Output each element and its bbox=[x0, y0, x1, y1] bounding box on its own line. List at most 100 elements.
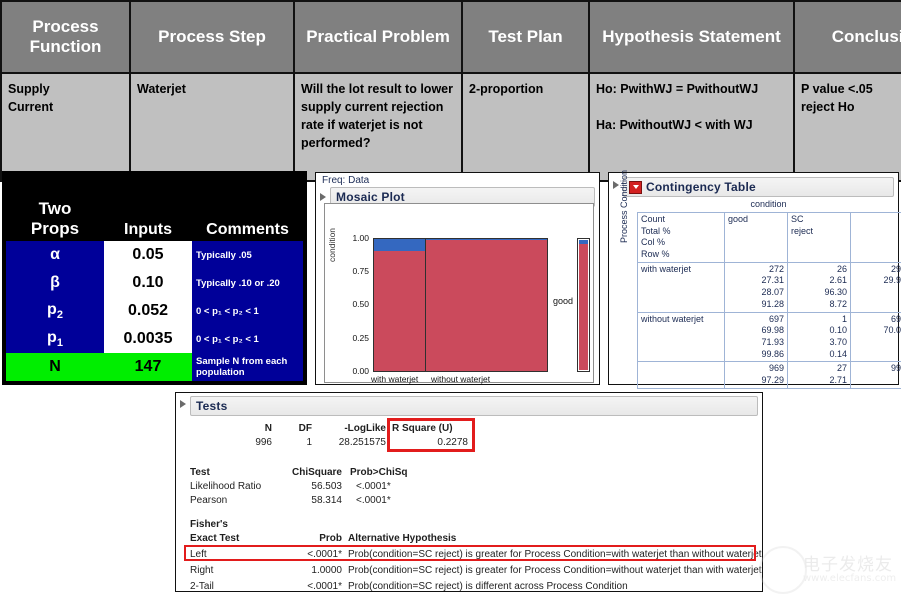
watermark: 电子发烧友 www.elecfans.com bbox=[757, 540, 896, 596]
watermark-logo-icon bbox=[759, 546, 807, 594]
value-p2[interactable]: 0.052 bbox=[104, 297, 192, 325]
two-props-row-p1: p1 0.0035 0 < p₁ < p₂ < 1 bbox=[6, 325, 303, 353]
table-row: without waterjet 697 69.98 71.93 99.86 1… bbox=[637, 311, 901, 363]
rowpct-screj-without: 0.14 bbox=[829, 348, 847, 359]
totalpct-total-without: 70.08 bbox=[883, 325, 901, 336]
two-props-title: Two Props bbox=[6, 175, 104, 241]
comment-n: Sample N from each population bbox=[192, 353, 303, 381]
two-props-inputs-header: Inputs bbox=[104, 175, 192, 241]
tests-panel-title: Tests bbox=[196, 399, 228, 413]
contingency-cell-total-without: 698 70.08 bbox=[850, 311, 901, 363]
contingency-col-good: good bbox=[724, 212, 788, 263]
two-props-title-line1: Two bbox=[38, 199, 72, 218]
colpct-screj-without: 3.70 bbox=[829, 336, 847, 347]
header-test-plan: Test Plan bbox=[461, 0, 590, 74]
header-process-step: Process Step bbox=[129, 0, 295, 74]
count-good-without: 697 bbox=[768, 313, 784, 324]
contingency-col-group-label: condition bbox=[750, 199, 787, 209]
comment-alpha: Typically .05 bbox=[192, 241, 303, 269]
chi-row-pearson-prob: <.0001* bbox=[356, 495, 391, 506]
contingency-grid: Count Total % Col % Row % good SC reject… bbox=[637, 212, 901, 389]
contingency-col-total bbox=[850, 212, 901, 263]
totalpct-good-without: 69.98 bbox=[761, 325, 784, 336]
two-props-comments-header: Comments bbox=[192, 175, 303, 241]
disclosure-triangle-icon[interactable] bbox=[320, 193, 326, 201]
fishers-header-exact: Exact Test bbox=[190, 533, 240, 544]
process-summary-table: Process Function Process Step Practical … bbox=[0, 0, 901, 182]
analysis-panel-row: Two Props Inputs Comments α 0.05 Typical… bbox=[0, 170, 901, 406]
value-n: 147 bbox=[104, 353, 192, 381]
two-props-header-row: Two Props Inputs Comments bbox=[6, 175, 303, 241]
chi-row-lr-test: Likelihood Ratio bbox=[190, 481, 262, 492]
tests-content: N DF -LogLike R Square (U) 996 1 28.2515… bbox=[176, 415, 762, 592]
mosaic-plot-panel: Freq: Data Mosaic Plot condition 1.00 0.… bbox=[315, 172, 600, 406]
y-tick-3: 0.50 bbox=[352, 299, 369, 309]
mosaic-plot-canvas: condition 1.00 0.75 0.50 0.25 0.00 with … bbox=[324, 203, 594, 406]
totalpct-good-total: 97.29 bbox=[761, 374, 784, 385]
watermark-text: 电子发烧友 bbox=[803, 555, 893, 575]
two-props-sample-size-table: Two Props Inputs Comments α 0.05 Typical… bbox=[2, 171, 307, 385]
legend-segment-good bbox=[579, 243, 588, 370]
count-grand-total: 996 bbox=[890, 363, 901, 374]
rowpct-good-without: 99.86 bbox=[761, 348, 784, 359]
disclosure-triangle-icon[interactable] bbox=[180, 400, 186, 408]
contingency-table-body: Process Condition condition Count Total … bbox=[619, 170, 901, 389]
mosaic-y-ticks: 1.00 0.75 0.50 0.25 0.00 bbox=[333, 233, 369, 376]
tests-value-loglike: 28.251575 bbox=[338, 437, 386, 448]
totalpct-good-with: 27.31 bbox=[761, 275, 784, 286]
value-beta[interactable]: 0.10 bbox=[104, 269, 192, 297]
cell-process-function: Supply Current bbox=[0, 72, 131, 182]
two-props-row-beta: β 0.10 Typically .10 or .20 bbox=[6, 269, 303, 297]
contingency-table-title: Contingency Table bbox=[646, 180, 756, 194]
totalpct-total-with: 29.92 bbox=[883, 275, 901, 286]
summary-header-row: Process Function Process Step Practical … bbox=[0, 0, 901, 74]
rowpct-screj-with: 8.72 bbox=[829, 298, 847, 309]
rowpct-good-with: 91.28 bbox=[761, 298, 784, 309]
contingency-cell-total-with: 298 29.92 bbox=[850, 261, 901, 313]
stat-label-col: Col % bbox=[641, 237, 666, 248]
mosaic-column-without-waterjet[interactable] bbox=[425, 239, 547, 371]
label-p2: p2 bbox=[6, 297, 104, 325]
value-alpha[interactable]: 0.05 bbox=[104, 241, 192, 269]
contingency-row-label-totals bbox=[637, 361, 725, 389]
contingency-table-panel: Contingency Table Process Condition cond… bbox=[608, 170, 901, 389]
red-triangle-menu-icon[interactable] bbox=[629, 180, 642, 194]
label-alpha: α bbox=[6, 241, 104, 269]
fishers-header-prob: Prob bbox=[319, 533, 342, 544]
y-tick-4: 0.25 bbox=[352, 333, 369, 343]
count-screj-without: 1 bbox=[841, 313, 847, 324]
contingency-table-header[interactable]: Contingency Table bbox=[623, 177, 894, 197]
count-screj-total: 27 bbox=[836, 363, 847, 374]
tests-panel-header[interactable]: Tests bbox=[190, 396, 758, 416]
count-good-total: 969 bbox=[768, 363, 784, 374]
rsquare-highlight-box bbox=[387, 418, 475, 452]
mosaic-column-with-waterjet[interactable] bbox=[374, 239, 426, 371]
y-tick-2: 0.75 bbox=[352, 266, 369, 276]
tests-header-n: N bbox=[264, 423, 272, 434]
mosaic-legend-bar[interactable] bbox=[577, 238, 590, 372]
chi-row-lr-chisquare: 56.503 bbox=[311, 481, 342, 492]
mosaic-segment-good-with[interactable] bbox=[374, 250, 425, 371]
table-row: Supply Current Waterjet Will the lot res… bbox=[0, 72, 901, 182]
mosaic-x-ticks: with waterjet without waterjet bbox=[371, 374, 548, 386]
fishers-row-2tail-hypothesis: Prob(condition=SC reject) is different a… bbox=[348, 581, 628, 592]
count-total-without: 698 bbox=[890, 313, 901, 324]
tests-panel: Tests N DF -LogLike R Square (U) 996 1 2… bbox=[175, 392, 763, 592]
tests-value-df: 1 bbox=[306, 437, 312, 448]
chi-row-pearson-chisquare: 58.314 bbox=[311, 495, 342, 506]
label-p1-sub: 1 bbox=[56, 337, 63, 350]
tests-header-loglike: -LogLike bbox=[344, 423, 386, 434]
y-tick-1: 1.00 bbox=[352, 233, 369, 243]
comment-beta: Typically .10 or .20 bbox=[192, 269, 303, 297]
colpct-good-without: 71.93 bbox=[761, 336, 784, 347]
value-p1[interactable]: 0.0035 bbox=[104, 325, 192, 353]
y-tick-5: 0.00 bbox=[352, 366, 369, 376]
chi-header-test: Test bbox=[190, 467, 210, 478]
count-good-with: 272 bbox=[768, 263, 784, 274]
cell-conclusion: P value <.05 reject Ho bbox=[793, 72, 901, 182]
mosaic-segment-good-without[interactable] bbox=[425, 239, 547, 371]
totalpct-screj-total: 2.71 bbox=[829, 374, 847, 385]
cell-hypothesis-statement: Ho: PwithWJ = PwithoutWJ Ha: PwithoutWJ … bbox=[588, 72, 795, 182]
header-practical-problem: Practical Problem bbox=[293, 0, 463, 74]
two-props-title-line2: Props bbox=[30, 219, 80, 238]
